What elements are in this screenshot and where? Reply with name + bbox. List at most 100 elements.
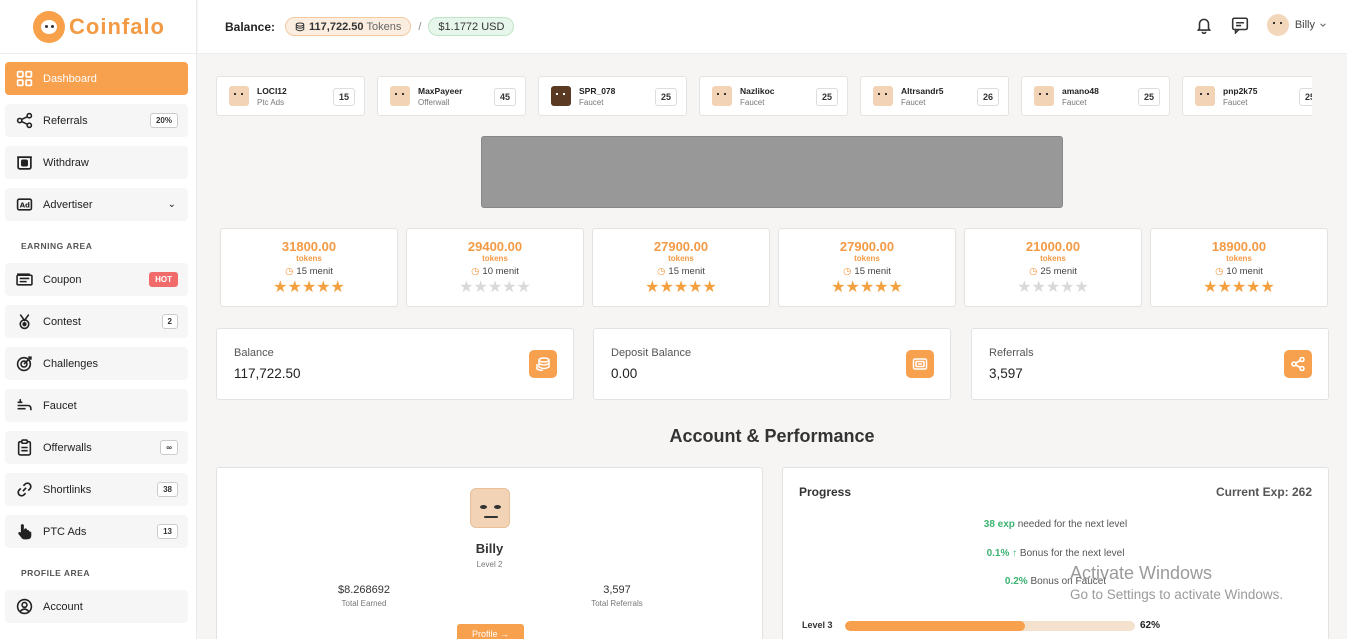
user-circle-icon <box>15 598 33 616</box>
sidebar-item-faucet[interactable]: Faucet <box>5 389 188 422</box>
activity-source: Faucet <box>1223 97 1248 107</box>
offer-duration: 15 menit <box>296 266 333 277</box>
offer-duration: 10 menit <box>482 266 519 277</box>
level-progress-fill <box>845 621 1025 631</box>
offer-card[interactable]: 18900.00 tokens ◷ 10 menit ★★★★★ <box>1150 228 1328 307</box>
token-balance-value: 117,722.50 <box>309 20 364 33</box>
activity-card: Nazlikoc Faucet 25 <box>699 76 848 116</box>
user-avatar-icon <box>229 86 249 106</box>
sidebar-item-label: Dashboard <box>43 72 97 85</box>
user-menu-name[interactable]: Billy <box>1295 19 1315 31</box>
top-bar: Balance: 117,722.50 Tokens / $1.1772 USD… <box>198 0 1347 54</box>
offer-duration: 15 menit <box>854 266 891 277</box>
link-icon <box>15 481 33 499</box>
sidebar-item-advertiser[interactable]: Ad Advertiser ⌄ <box>5 188 188 221</box>
activity-source: Faucet <box>579 97 604 107</box>
coins-icon <box>295 21 305 31</box>
activity-card: pnp2k75Faucet 25 <box>1182 76 1312 116</box>
profile-level: Level 2 <box>476 560 503 569</box>
activity-user: LOCI12 <box>257 85 287 96</box>
chevron-down-icon[interactable]: ⌄ <box>168 199 176 210</box>
offer-time: ◷ 15 menit <box>593 266 769 278</box>
sidebar-item-label: Contest <box>43 315 81 328</box>
user-avatar-icon <box>551 86 571 106</box>
star-icon: ★ <box>1074 279 1089 296</box>
star-icon: ★ <box>1217 279 1232 296</box>
current-exp: Current Exp: 262 <box>1215 485 1312 499</box>
ptc-count-badge: 13 <box>157 524 178 539</box>
sidebar-item-label: Referrals <box>43 114 88 127</box>
star-icon: ★ <box>330 279 345 296</box>
profile-area-heading: PROFILE AREA <box>21 568 90 578</box>
sidebar: Coinfalo Dashboard Referrals 20% Withdra… <box>0 0 197 639</box>
shortlinks-count-badge: 38 <box>157 482 178 497</box>
recent-activity-strip: LOCI12 Ptc Ads 15 MaxPayeer Offerwall 45 S… <box>216 76 1312 116</box>
offer-unit: tokens <box>482 254 508 263</box>
sidebar-item-label: Account <box>43 600 83 613</box>
section-heading: Account & Performance <box>669 426 875 446</box>
offer-duration: 15 menit <box>668 266 705 277</box>
star-rating: ★★★★★ <box>779 279 955 297</box>
token-unit: Tokens <box>366 20 402 33</box>
ad-banner[interactable] <box>481 136 1063 208</box>
coins-icon <box>529 350 557 378</box>
bell-icon[interactable] <box>1195 16 1213 34</box>
bonus-faucet-value: 0.2% <box>1004 576 1028 587</box>
activity-source: Faucet <box>901 97 926 107</box>
activity-card: SPR_078 Faucet 25 <box>538 76 687 116</box>
profile-card: Billy Level 2 $8.268692 Total Earned 3,5… <box>216 467 763 639</box>
chat-icon[interactable] <box>1231 16 1249 34</box>
brand-logo[interactable]: Coinfalo <box>0 0 196 54</box>
profile-button[interactable]: Profile → <box>457 624 524 639</box>
sidebar-item-shortlinks[interactable]: Shortlinks 38 <box>5 473 188 506</box>
sidebar-item-withdraw[interactable]: Withdraw <box>5 146 188 179</box>
sidebar-item-ptc-ads[interactable]: PTC Ads 13 <box>5 515 188 548</box>
total-earned-label: Total Earned <box>341 599 387 608</box>
offer-card[interactable]: 27900.00 tokens ◷ 15 menit ★★★★★ <box>778 228 956 307</box>
offer-value: 29400.00 <box>467 239 523 254</box>
level-progress-bar <box>845 621 1135 631</box>
activity-user: pnp2k75 <box>1223 85 1258 96</box>
sidebar-item-referrals[interactable]: Referrals 20% <box>5 104 188 137</box>
offer-card[interactable]: 29400.00 tokens ◷ 10 menit ★★★★★ <box>406 228 584 307</box>
offer-card[interactable]: 31800.00 tokens ◷ 15 menit ★★★★★ <box>220 228 398 307</box>
token-balance-pill: 117,722.50 Tokens <box>285 17 412 36</box>
sidebar-item-coupon[interactable]: Coupon HOT <box>5 263 188 296</box>
activity-card: MaxPayeer Offerwall 45 <box>377 76 526 116</box>
activity-user: SPR_078 <box>579 85 616 96</box>
star-icon: ★ <box>1260 279 1275 296</box>
stat-value: 117,722.50 <box>234 366 301 381</box>
star-icon: ★ <box>1017 279 1032 296</box>
clock-icon: ◷ <box>657 266 666 277</box>
sidebar-item-account[interactable]: Account <box>5 590 188 623</box>
chevron-down-icon[interactable] <box>1319 21 1327 29</box>
activity-user: MaxPayeer <box>418 85 463 96</box>
star-icon: ★ <box>1246 279 1261 296</box>
offer-unit: tokens <box>296 254 322 263</box>
sidebar-item-offerwalls[interactable]: Offerwalls ∞ <box>5 431 188 464</box>
offer-card[interactable]: 21000.00 tokens ◷ 25 menit ★★★★★ <box>964 228 1142 307</box>
sidebar-item-label: Coupon <box>43 273 82 286</box>
svg-text:Ad: Ad <box>19 202 29 210</box>
avatar <box>470 488 510 528</box>
user-avatar-icon <box>873 86 893 106</box>
star-rating: ★★★★★ <box>965 279 1141 297</box>
faucet-icon <box>15 397 33 415</box>
clock-icon: ◷ <box>471 266 480 277</box>
total-earned: $8.268692 Total Earned <box>284 584 444 608</box>
offer-card[interactable]: 27900.00 tokens ◷ 15 menit ★★★★★ <box>592 228 770 307</box>
avatar[interactable] <box>1266 14 1289 36</box>
offer-time: ◷ 10 menit <box>1151 266 1327 278</box>
sidebar-item-challenges[interactable]: Challenges <box>5 347 188 380</box>
total-referrals-value: 3,597 <box>603 584 631 596</box>
total-referrals-label: Total Referrals <box>591 599 643 608</box>
top-right-controls: Billy <box>1195 14 1327 36</box>
sidebar-item-dashboard[interactable]: Dashboard <box>5 62 188 95</box>
offer-time: ◷ 15 menit <box>779 266 955 278</box>
profile-name: Billy <box>475 541 504 556</box>
exp-needed-value: 38 exp <box>983 519 1015 530</box>
star-icon: ★ <box>702 279 717 296</box>
sidebar-item-contest[interactable]: Contest 2 <box>5 305 188 338</box>
fox-logo-icon <box>33 10 65 43</box>
total-referrals: 3,597 Total Referrals <box>537 584 697 608</box>
